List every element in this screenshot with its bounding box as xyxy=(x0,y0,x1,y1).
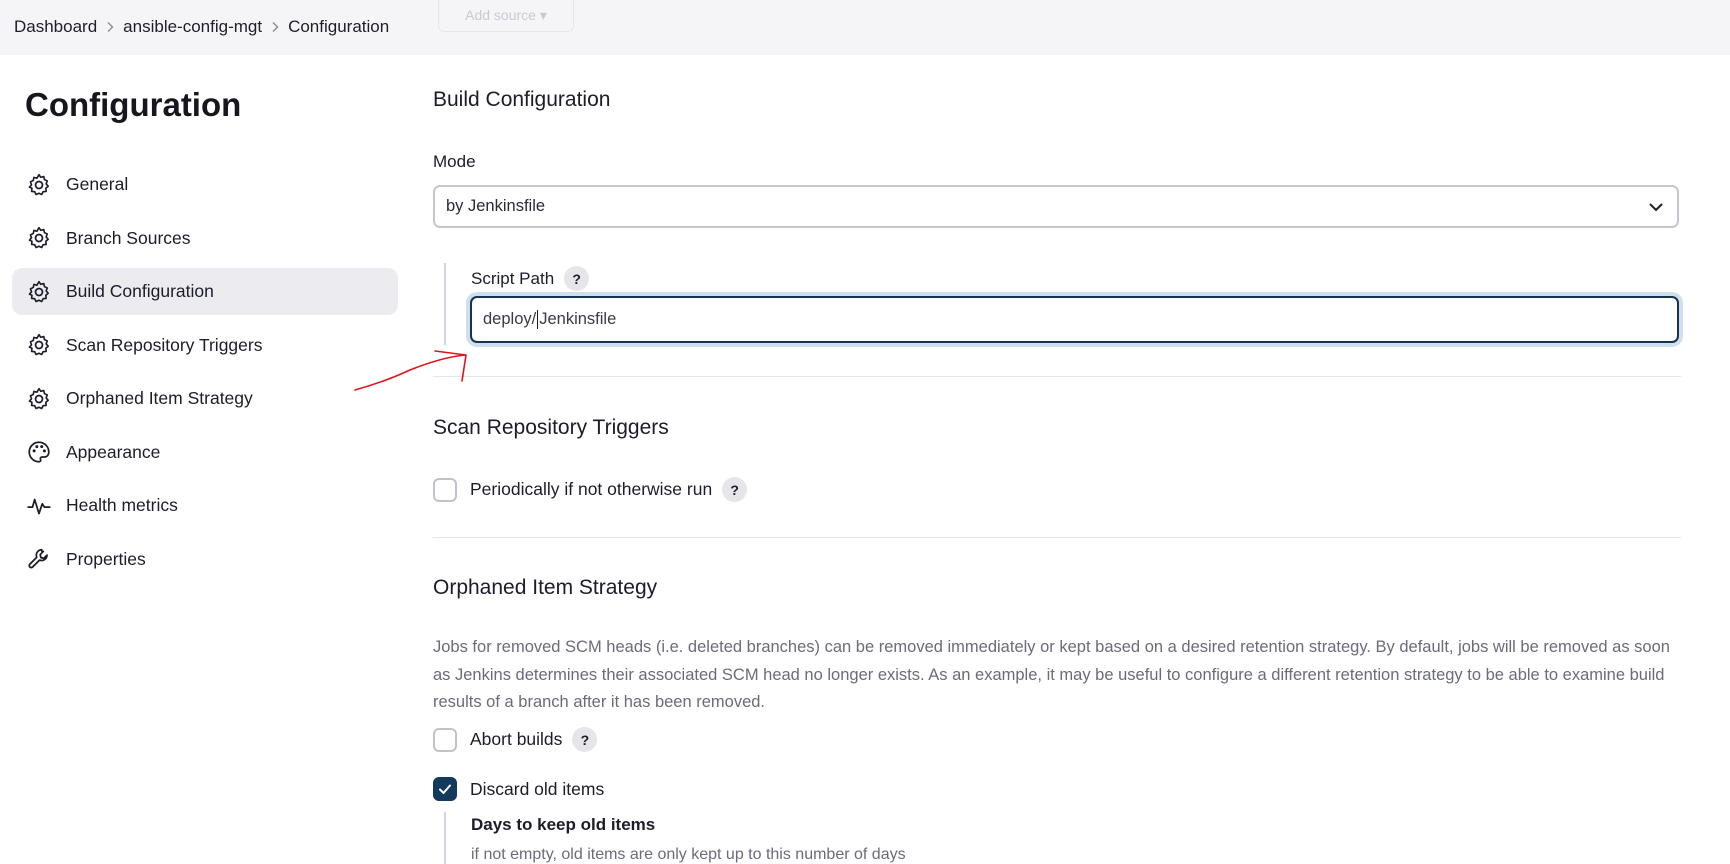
gear-icon xyxy=(26,386,52,412)
help-icon[interactable]: ? xyxy=(572,727,598,752)
sidebar-title: Configuration xyxy=(25,86,242,123)
sidebar-nav: General Branch Sources Build Configurati… xyxy=(12,161,398,589)
orphaned-item-strategy-heading: Orphaned Item Strategy xyxy=(433,576,658,599)
periodic-trigger-checkbox[interactable] xyxy=(433,477,457,502)
periodic-trigger-label[interactable]: Periodically if not otherwise run xyxy=(470,479,712,500)
abort-builds-label[interactable]: Abort builds xyxy=(470,729,562,750)
breadcrumb: Dashboard ansible-config-mgt Configurati… xyxy=(14,17,389,37)
wrench-icon xyxy=(26,546,52,572)
abort-builds-checkbox[interactable] xyxy=(433,727,457,752)
checkmark-icon xyxy=(439,784,451,794)
add-source-button[interactable]: Add source ▾ xyxy=(438,0,574,32)
sidebar-item-build-configuration[interactable]: Build Configuration xyxy=(12,268,398,315)
discard-old-items-row: Discard old items xyxy=(433,777,604,801)
gear-icon xyxy=(26,279,52,305)
breadcrumb-job[interactable]: ansible-config-mgt xyxy=(123,17,262,37)
breadcrumb-configuration: Configuration xyxy=(288,17,390,36)
section-divider xyxy=(433,537,1681,538)
sidebar-item-label: Properties xyxy=(66,548,146,569)
orphaned-item-description: Jobs for removed SCM heads (i.e. deleted… xyxy=(433,638,1670,711)
sidebar-item-label: Health metrics xyxy=(66,495,178,515)
chevron-down-icon xyxy=(1649,203,1663,212)
gear-icon xyxy=(26,172,52,198)
help-icon[interactable]: ? xyxy=(722,477,748,502)
nested-section-bar xyxy=(444,263,446,345)
script-path-label-row: Script Path ? xyxy=(471,266,590,291)
gear-icon xyxy=(26,225,52,251)
abort-builds-row: Abort builds ? xyxy=(433,727,598,752)
sidebar-item-appearance[interactable]: Appearance xyxy=(12,429,398,476)
gear-icon xyxy=(26,332,52,358)
build-configuration-heading: Build Configuration xyxy=(433,88,611,111)
days-to-keep-hint: if not empty, old items are only kept up… xyxy=(471,846,906,863)
breadcrumb-dashboard[interactable]: Dashboard xyxy=(14,17,97,37)
script-path-value-end: Jenkinsfile xyxy=(539,310,617,328)
sidebar-item-label: Branch Sources xyxy=(66,227,191,248)
sidebar-item-orphaned-item-strategy[interactable]: Orphaned Item Strategy xyxy=(12,375,398,422)
palette-icon xyxy=(26,439,52,465)
sidebar-item-general[interactable]: General xyxy=(12,161,398,208)
script-path-label: Script Path xyxy=(471,268,555,288)
periodic-trigger-row: Periodically if not otherwise run ? xyxy=(433,477,748,502)
script-path-value-start: deploy/ xyxy=(483,310,537,328)
sidebar-item-health-metrics[interactable]: Health metrics xyxy=(12,482,398,529)
discard-old-items-label[interactable]: Discard old items xyxy=(470,779,604,800)
sidebar-item-properties[interactable]: Properties xyxy=(12,536,398,583)
sidebar-item-label: Scan Repository Triggers xyxy=(66,334,263,355)
sidebar-item-label: Appearance xyxy=(66,441,161,462)
sidebar-item-branch-sources[interactable]: Branch Sources xyxy=(12,215,398,262)
section-divider xyxy=(433,376,1681,377)
mode-select-value: by Jenkinsfile xyxy=(446,197,546,215)
nested-section-bar xyxy=(444,812,446,864)
script-path-input[interactable]: deploy/Jenkinsfile xyxy=(470,296,1679,343)
text-caret xyxy=(537,310,539,329)
pulse-icon xyxy=(26,493,52,519)
mode-label: Mode xyxy=(433,152,476,171)
sidebar-item-label: Build Configuration xyxy=(66,281,214,301)
chevron-right-icon xyxy=(97,21,123,33)
scan-repository-triggers-heading: Scan Repository Triggers xyxy=(433,416,669,439)
sidebar-item-label: General xyxy=(66,174,129,194)
help-icon[interactable]: ? xyxy=(564,266,590,291)
breadcrumb-bar: Dashboard ansible-config-mgt Configurati… xyxy=(0,0,1730,55)
sidebar-item-scan-repository-triggers[interactable]: Scan Repository Triggers xyxy=(12,322,398,369)
sidebar-item-label: Orphaned Item Strategy xyxy=(66,388,253,408)
discard-old-items-checkbox[interactable] xyxy=(433,777,457,801)
mode-select[interactable]: by Jenkinsfile xyxy=(433,185,1679,228)
chevron-right-icon xyxy=(262,21,288,33)
days-to-keep-label: Days to keep old items xyxy=(471,815,656,834)
